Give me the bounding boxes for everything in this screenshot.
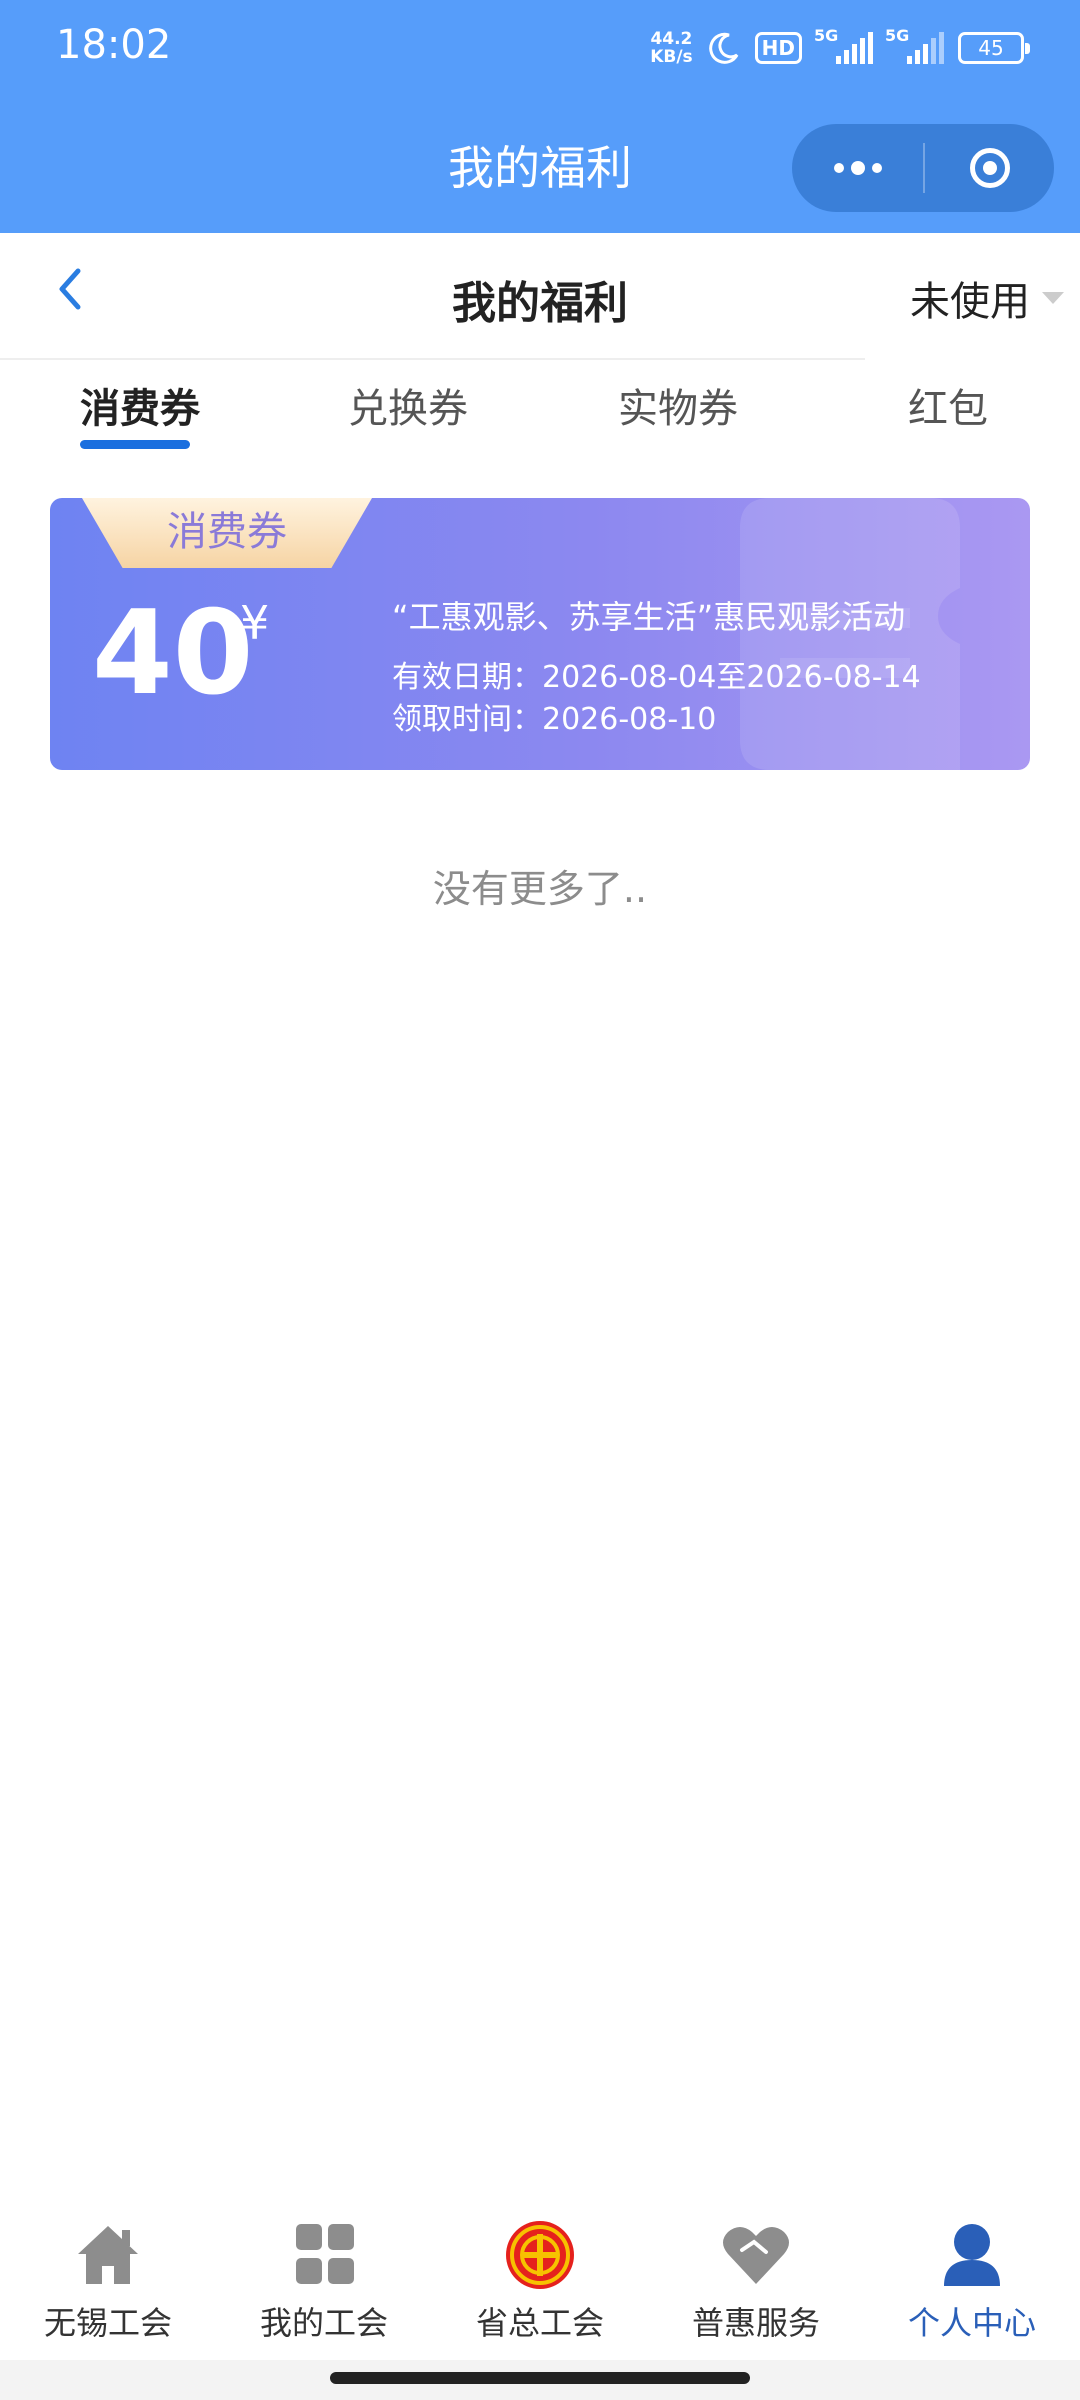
status-time: 18:02 bbox=[56, 22, 172, 68]
nav-item-personal-center[interactable]: 个人中心 bbox=[864, 2200, 1080, 2360]
moon-icon bbox=[708, 32, 738, 64]
coupon-value: 40 bbox=[92, 586, 254, 721]
coupon-type-label: 消费券 bbox=[167, 509, 287, 555]
nav-label: 我的工会 bbox=[259, 2304, 388, 2342]
coupon-tabs: 消费券 兑换券 实物券 红包 bbox=[0, 362, 1080, 462]
nav-label: 省总工会 bbox=[475, 2304, 604, 2342]
nav-label: 普惠服务 bbox=[691, 2304, 820, 2342]
home-indicator[interactable] bbox=[330, 2372, 750, 2384]
page-header: 我的福利 未使用 bbox=[0, 233, 1080, 359]
chevron-down-icon bbox=[1042, 292, 1064, 304]
network-speed: 44.2 KB/s bbox=[650, 30, 692, 66]
battery-icon: 45 bbox=[958, 32, 1030, 64]
more-dots-icon bbox=[833, 163, 844, 173]
active-tab-indicator bbox=[80, 440, 190, 449]
signal-icon: 5G bbox=[885, 26, 944, 64]
nav-item-wuxi-union[interactable]: 无锡工会 bbox=[0, 2200, 216, 2360]
tab-consumer-coupon[interactable]: 消费券 bbox=[80, 376, 200, 434]
coupon-currency: ¥ bbox=[240, 596, 270, 650]
tab-exchange-coupon[interactable]: 兑换券 bbox=[348, 376, 468, 434]
signal-icon: 5G bbox=[814, 26, 873, 64]
union-emblem-icon bbox=[506, 2221, 574, 2289]
nav-item-provincial-union[interactable]: 省总工会 bbox=[432, 2200, 648, 2360]
header-divider bbox=[0, 358, 865, 360]
filter-label: 未使用 bbox=[910, 279, 1030, 325]
nav-item-my-union[interactable]: 我的工会 bbox=[216, 2200, 432, 2360]
signal-label: 5G bbox=[814, 26, 839, 45]
tab-red-packet[interactable]: 红包 bbox=[908, 376, 988, 434]
close-mini-program-button[interactable] bbox=[925, 124, 1054, 212]
nav-item-benefit-service[interactable]: 普惠服务 bbox=[648, 2200, 864, 2360]
more-button[interactable] bbox=[792, 124, 923, 212]
list-end-text: 没有更多了.. bbox=[432, 867, 648, 911]
home-icon bbox=[78, 2226, 138, 2284]
capsule-menu bbox=[792, 124, 1054, 212]
coupon-received-time: 领取时间：2026-08-10 bbox=[392, 702, 717, 737]
nav-label: 个人中心 bbox=[907, 2304, 1036, 2342]
grid-icon bbox=[296, 2224, 354, 2284]
coupon-name: “工惠观影、苏享生活”惠民观影活动 bbox=[392, 598, 906, 636]
network-speed-unit: KB/s bbox=[650, 47, 693, 67]
tab-physical-coupon[interactable]: 实物券 bbox=[618, 376, 738, 434]
home-indicator-area bbox=[0, 2360, 1080, 2400]
top-bar: 18:02 44.2 KB/s HD 5G 5G 45 我的福利 bbox=[0, 0, 1080, 233]
signal-label: 5G bbox=[885, 26, 910, 45]
nav-label: 无锡工会 bbox=[43, 2304, 172, 2342]
status-filter-dropdown[interactable]: 未使用 bbox=[910, 269, 1064, 327]
network-speed-value: 44.2 bbox=[650, 29, 693, 49]
coupon-card[interactable]: 消费券 40 ¥ “工惠观影、苏享生活”惠民观影活动 有效日期：2026-08-… bbox=[50, 498, 1030, 770]
target-icon bbox=[969, 148, 1010, 188]
heart-icon bbox=[723, 2227, 789, 2284]
hd-badge: HD bbox=[754, 32, 802, 64]
bottom-nav: 无锡工会 我的工会 省总工会 普惠服务 个人中心 bbox=[0, 2200, 1080, 2360]
status-icons: 44.2 KB/s HD 5G 5G 45 bbox=[650, 24, 1030, 72]
coupon-type-tag: 消费券 bbox=[82, 498, 372, 568]
coupon-valid-dates: 有效日期：2026-08-04至2026-08-14 bbox=[392, 660, 921, 695]
person-icon bbox=[944, 2224, 1000, 2286]
